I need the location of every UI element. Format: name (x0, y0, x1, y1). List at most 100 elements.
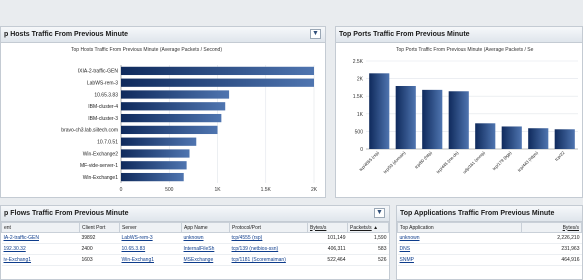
y-tick-label: 0 (360, 147, 363, 153)
host-category-label: IBM-cluster-4 (88, 104, 118, 110)
flow-server[interactable]: Win-Exchang1 (119, 254, 182, 266)
flow-packets: 1,590 (347, 232, 389, 244)
port-bar (554, 129, 575, 149)
apps-panel-title: Top Applications Traffic From Previous M… (397, 206, 582, 222)
x-tick-label: 500 (165, 187, 174, 193)
host-bar (121, 125, 218, 135)
port-bar (475, 123, 496, 149)
port-category-label: tcp/445 (ms-ds) (435, 150, 460, 175)
host-bar (121, 172, 184, 182)
port-bar (501, 126, 522, 149)
x-tick-label: 1K (214, 187, 221, 193)
flow-app-name[interactable]: unknown (181, 232, 230, 244)
ports-panel-title-text: Top Ports Traffic From Previous Minute (339, 31, 470, 38)
app-name[interactable]: DNS (397, 243, 522, 255)
flow-packets: 526 (347, 254, 389, 266)
flow-app-name[interactable]: MSExchange (181, 254, 230, 266)
flows-col-bytes-label: Bytes/s (310, 224, 327, 231)
host-bar (121, 137, 197, 146)
apps-traffic-panel: Top Applications Traffic From Previous M… (396, 205, 583, 280)
hosts-bar-chart: 0 500 1K 1.5K 2K IXIA-2-traffic-GEN LabWS-rem-… (61, 65, 318, 193)
apps-col-bytes[interactable]: Bytes/s (521, 222, 582, 233)
host-category-label: LabWS-rem-3 (87, 80, 118, 86)
host-category-label: Win-Exchange1 (83, 175, 119, 181)
x-tick-label: 0 (120, 187, 123, 193)
ports-bar-chart: 0 500 1K 1.5K 2K 2.5K tcp/4555 (rsp) tcp/53 (do… (353, 59, 578, 175)
port-bar (369, 73, 390, 149)
app-bytes: 464,916 (521, 254, 582, 266)
flow-client[interactable]: iv-Exchang1 (1, 254, 80, 266)
flow-server[interactable]: 10.65.3.83 (119, 243, 182, 255)
host-bar (121, 90, 230, 99)
apps-panel-title-text: Top Applications Traffic From Previous M… (400, 210, 555, 217)
flow-client-port: 39892 (79, 232, 120, 244)
apps-table: Top Application Bytes/s unknown 2,226,21… (397, 222, 582, 266)
y-tick-label: 1K (357, 112, 364, 118)
flow-protocol-port[interactable]: tcp/139 (netbios-ssn) (229, 243, 308, 255)
y-tick-label: 1.5K (353, 94, 364, 100)
table-row[interactable]: SNMP 464,916 (397, 254, 582, 266)
port-category-label: tcp/80 (http) (414, 150, 434, 170)
apps-col-bytes-label: Bytes/s (562, 224, 579, 231)
port-bar (448, 91, 469, 149)
y-tick-label: 2K (357, 77, 364, 83)
flows-col-protocol-port[interactable]: Protocol/Port (229, 222, 308, 233)
host-bar (121, 102, 226, 111)
app-bytes: 2,226,210 (521, 232, 582, 244)
ports-traffic-panel: Top Ports Traffic From Previous Minute T… (335, 26, 583, 198)
port-bar (528, 128, 549, 149)
host-bar (121, 113, 222, 123)
host-category-label: IBM-cluster-3 (88, 116, 118, 122)
port-category-label: tcp/443 (https) (516, 150, 539, 173)
port-bar (395, 85, 416, 149)
flow-client[interactable]: 192.30.32 (1, 243, 80, 255)
port-category-label: tcp/53 (domain) (382, 150, 407, 175)
app-name[interactable]: unknown (397, 232, 522, 244)
flows-table: ent Client Port Server App Name Protocol… (1, 222, 389, 266)
flows-col-app-name[interactable]: App Name (181, 222, 230, 233)
port-category-label: tcp/22 (554, 150, 566, 162)
host-category-label: bravo-ch3.lab.siitech.com (61, 128, 118, 134)
flows-panel-title: p Flows Traffic From Previous Minute ▼ (1, 206, 389, 222)
hosts-panel-title: p Hosts Traffic From Previous Minute ▼ (1, 27, 325, 43)
host-category-label: MF-vide-server-1 (80, 163, 118, 169)
flows-col-bytes[interactable]: Bytes/s (307, 222, 348, 233)
flow-bytes: 406,311 (307, 243, 348, 255)
host-bar (121, 161, 187, 170)
app-name[interactable]: SNMP (397, 254, 522, 266)
host-bar (121, 78, 314, 87)
flow-protocol-port[interactable]: tcp/1181 (Scoremaiman) (229, 254, 308, 266)
port-category-label: udp/161 (snmp) (462, 150, 487, 175)
flow-protocol-port[interactable]: tcp/4555 (rsp) (229, 232, 308, 244)
flow-client-port: 1603 (79, 254, 120, 266)
flow-client[interactable]: IA-2-traffic-GEN (1, 232, 80, 244)
ports-panel-title: Top Ports Traffic From Previous Minute (336, 27, 582, 43)
table-row[interactable]: unknown 2,226,210 (397, 232, 582, 244)
host-bar (121, 66, 314, 76)
host-category-label: IXIA-2-traffic-GEN (78, 69, 119, 75)
flow-packets: 583 (347, 243, 389, 255)
table-row[interactable]: iv-Exchang1 1603 Win-Exchang1 MSExchange… (1, 254, 389, 266)
host-category-label: 10.7.0.51 (97, 139, 118, 145)
table-row[interactable]: DNS 231,963 (397, 243, 582, 255)
port-bar (422, 89, 443, 149)
port-category-label: tcp/179 (bgp) (491, 150, 512, 171)
flows-col-packets[interactable]: Packets/s ▲ (347, 222, 389, 233)
x-tick-label: 2K (311, 187, 318, 193)
flow-bytes: 101,149 (307, 232, 348, 244)
flows-col-packets-label: Packets/s (350, 224, 372, 231)
flow-client-port: 2400 (79, 243, 120, 255)
apps-col-application[interactable]: Top Application (397, 222, 522, 233)
flow-app-name[interactable]: InternalFileSh (181, 243, 230, 255)
flow-server[interactable]: LabWS-rem-3 (119, 232, 182, 244)
table-row[interactable]: 192.30.32 2400 10.65.3.83 InternalFileSh… (1, 243, 389, 255)
flows-col-client[interactable]: ent (1, 222, 80, 233)
flows-col-client-port[interactable]: Client Port (79, 222, 120, 233)
flows-col-server[interactable]: Server (119, 222, 182, 233)
x-tick-label: 1.5K (261, 187, 272, 193)
flows-collapse-button[interactable]: ▼ (374, 208, 385, 218)
y-tick-label: 500 (355, 129, 364, 135)
hosts-collapse-button[interactable]: ▼ (310, 29, 321, 39)
port-category-label: tcp/4555 (rsp) (358, 150, 380, 172)
table-row[interactable]: IA-2-traffic-GEN 39892 LabWS-rem-3 unkno… (1, 232, 389, 244)
